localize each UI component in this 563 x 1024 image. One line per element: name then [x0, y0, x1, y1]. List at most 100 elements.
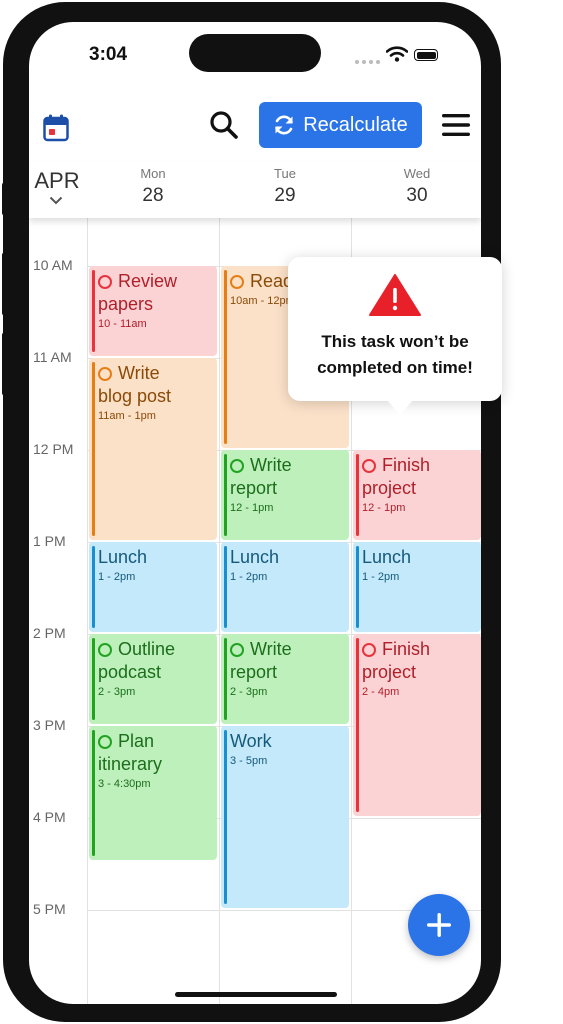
event-block[interactable]: Lunch 1 - 2pm	[221, 542, 349, 632]
event-block[interactable]: Write blog post 11am - 1pm	[89, 358, 217, 540]
day-name: Wed	[403, 166, 431, 181]
event-color-bar	[92, 362, 95, 536]
task-checkbox-icon[interactable]	[98, 367, 112, 381]
event-title: Review papers	[98, 271, 178, 314]
day-header: APR Mon 28 Tue 29 Wed 30	[29, 162, 481, 218]
side-button	[2, 182, 8, 216]
time-label: 10 AM	[33, 257, 73, 273]
event-title: Finish project	[362, 639, 431, 682]
status-time: 3:04	[89, 44, 128, 65]
event-title: Outline podcast	[98, 639, 176, 682]
event-time: 10 - 11am	[98, 318, 147, 330]
event-block[interactable]: Outline podcast 2 - 3pm	[89, 634, 217, 724]
event-block[interactable]: Review papers 10 - 11am	[89, 266, 217, 356]
wifi-icon	[386, 46, 408, 62]
task-checkbox-icon[interactable]	[98, 643, 112, 657]
popup-pointer	[386, 399, 414, 415]
chevron-down-icon[interactable]	[49, 196, 63, 205]
event-time: 1 - 2pm	[362, 571, 400, 583]
event-color-bar	[356, 638, 359, 812]
event-time: 12 - 1pm	[362, 502, 406, 514]
time-label: 11 AM	[33, 349, 72, 365]
time-label: 2 PM	[33, 625, 66, 641]
event-time: 1 - 2pm	[230, 571, 268, 583]
event-time: 11am - 1pm	[98, 410, 156, 422]
event-time: 3 - 4:30pm	[98, 778, 151, 790]
event-title: Lunch	[230, 547, 280, 567]
event-block[interactable]: Work 3 - 5pm	[221, 726, 349, 908]
task-checkbox-icon[interactable]	[98, 735, 112, 749]
time-label: 4 PM	[33, 809, 66, 825]
warning-icon	[369, 274, 421, 316]
time-label: 3 PM	[33, 717, 66, 733]
volume-down-button	[2, 332, 8, 396]
day-name: Tue	[274, 166, 296, 181]
day-date: 29	[274, 185, 296, 206]
event-time: 2 - 3pm	[230, 686, 268, 698]
month-label[interactable]: APR	[33, 168, 81, 194]
warning-popup[interactable]: This task won’t be completed on time!	[288, 257, 502, 415]
event-time: 1 - 2pm	[98, 571, 136, 583]
day-column-header[interactable]: Tue 29	[219, 166, 351, 207]
search-icon[interactable]	[209, 110, 239, 140]
event-title: Write report	[230, 455, 292, 498]
signal-icon	[355, 60, 380, 64]
calendar-icon[interactable]	[43, 114, 69, 142]
time-label: 12 PM	[33, 441, 74, 457]
time-label: 1 PM	[33, 533, 66, 549]
add-event-button[interactable]	[408, 894, 470, 956]
event-block[interactable]: Write report 12 - 1pm	[221, 450, 349, 540]
event-block[interactable]: Finish project 12 - 1pm	[353, 450, 481, 540]
app-screen: 3:04 Recalculate APR Mon 28 Tue 29 Wed 3…	[29, 22, 481, 1004]
event-color-bar	[356, 546, 359, 628]
volume-up-button	[2, 252, 8, 316]
toolbar: Recalculate	[29, 92, 481, 162]
event-color-bar	[92, 638, 95, 720]
warning-message: This task won’t be completed on time!	[317, 332, 473, 377]
event-time: 3 - 5pm	[230, 755, 268, 767]
grid-divider	[87, 218, 88, 1004]
day-column-header[interactable]: Mon 28	[87, 166, 219, 207]
event-time: 2 - 4pm	[362, 686, 400, 698]
event-block[interactable]: Write report 2 - 3pm	[221, 634, 349, 724]
day-name: Mon	[140, 166, 166, 181]
event-title: Lunch	[362, 547, 412, 567]
event-color-bar	[224, 730, 227, 904]
phone-frame: 3:04 Recalculate APR Mon 28 Tue 29 Wed 3…	[2, 2, 501, 1022]
plus-icon	[427, 913, 451, 937]
event-block[interactable]: Lunch 1 - 2pm	[353, 542, 481, 632]
task-checkbox-icon[interactable]	[230, 643, 244, 657]
dynamic-island	[189, 34, 321, 72]
event-color-bar	[92, 546, 95, 628]
event-color-bar	[224, 270, 227, 444]
menu-icon[interactable]	[442, 113, 470, 137]
day-column-header[interactable]: Wed 30	[351, 166, 481, 207]
event-time: 12 - 1pm	[230, 502, 274, 514]
event-title: Work	[230, 731, 272, 751]
event-block[interactable]: Lunch 1 - 2pm	[89, 542, 217, 632]
event-color-bar	[224, 454, 227, 536]
event-title: Plan itinerary	[98, 731, 163, 774]
refresh-icon	[275, 115, 294, 135]
task-checkbox-icon[interactable]	[362, 459, 376, 473]
event-title: Finish project	[362, 455, 431, 498]
recalculate-label: Recalculate	[303, 113, 408, 136]
grid-divider	[219, 218, 220, 1004]
recalculate-button[interactable]: Recalculate	[259, 102, 422, 148]
task-checkbox-icon[interactable]	[230, 275, 244, 289]
task-checkbox-icon[interactable]	[230, 459, 244, 473]
event-block[interactable]: Finish project 2 - 4pm	[353, 634, 481, 816]
event-color-bar	[92, 270, 95, 352]
home-indicator	[175, 992, 337, 997]
day-date: 28	[142, 185, 164, 206]
day-date: 30	[406, 185, 428, 206]
event-title: Write report	[230, 639, 292, 682]
event-block[interactable]: Plan itinerary 3 - 4:30pm	[89, 726, 217, 860]
battery-icon	[414, 49, 438, 61]
event-title: Write blog post	[98, 363, 172, 406]
event-color-bar	[356, 454, 359, 536]
task-checkbox-icon[interactable]	[98, 275, 112, 289]
event-color-bar	[224, 638, 227, 720]
task-checkbox-icon[interactable]	[362, 643, 376, 657]
event-title: Lunch	[98, 547, 148, 567]
